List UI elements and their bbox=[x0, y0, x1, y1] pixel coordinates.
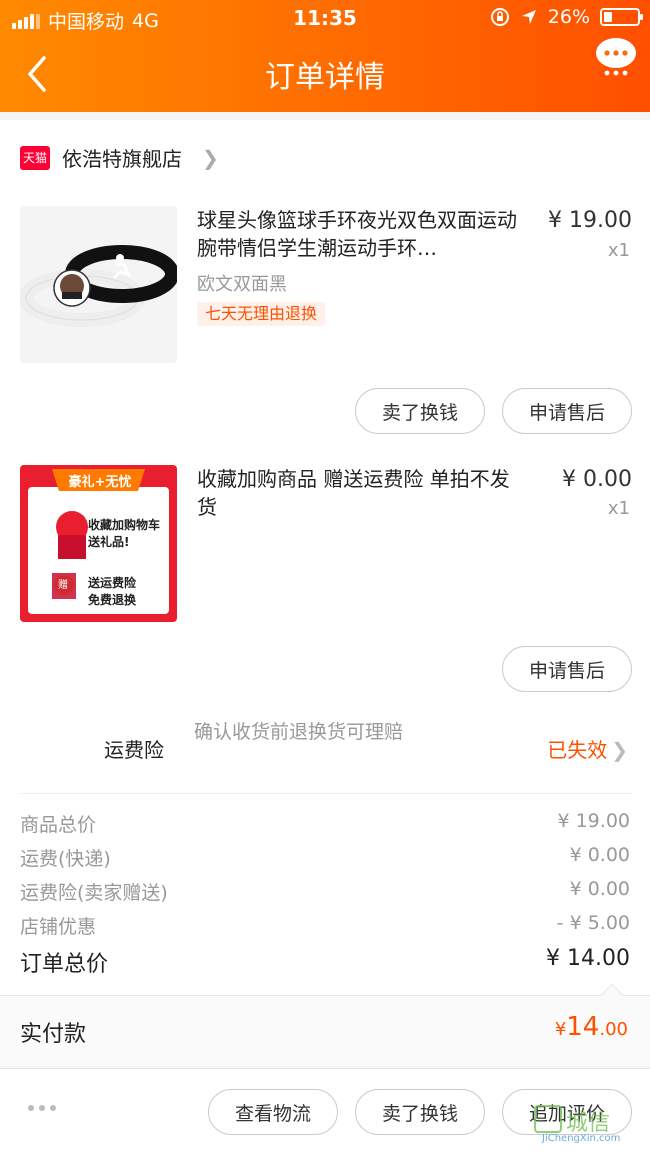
insurance-label: 运费险 bbox=[104, 738, 164, 762]
insurance-status: 已失效 ❯ bbox=[547, 738, 628, 762]
paid-label: 实付款 bbox=[20, 1022, 87, 1047]
summary-row: 店铺优惠 - ¥ 5.00 bbox=[20, 912, 630, 938]
gift-badge: 赠 bbox=[58, 580, 68, 591]
after-sales-button[interactable]: 申请售后 bbox=[502, 388, 632, 434]
product-sku: 欧文双面黑 bbox=[197, 274, 287, 295]
gift-banner: 豪礼+无忧 bbox=[68, 475, 132, 490]
chevron-right-icon: ❯ bbox=[611, 738, 628, 762]
bottom-action-bar: 查看物流 卖了换钱 追加评价 城信 JiChengXin.com bbox=[0, 1068, 650, 1156]
insurance-desc: 确认收货前退换货可理赔 bbox=[194, 721, 404, 743]
summary-row: 运费险(卖家赠送) ¥ 0.00 bbox=[20, 878, 630, 904]
product-qty: x1 bbox=[607, 240, 630, 261]
product-image-gift[interactable]: 豪礼+无忧 收藏加购物车 送礼品! 赠 送运费险 免费退换 bbox=[20, 465, 177, 622]
more-icon[interactable] bbox=[28, 1105, 56, 1111]
view-logistics-button[interactable]: 查看物流 bbox=[208, 1089, 338, 1135]
gift-line-2: 送运费险 免费退换 bbox=[88, 576, 137, 607]
shop-name: 依浩特旗舰店 bbox=[62, 147, 182, 171]
after-sales-button[interactable]: 申请售后 bbox=[502, 646, 632, 692]
product-price: ¥ 19.00 bbox=[548, 208, 632, 233]
paid-amount: ¥14.00 bbox=[554, 1012, 628, 1042]
product-qty: x1 bbox=[607, 498, 630, 519]
resell-button[interactable]: 卖了换钱 bbox=[355, 1089, 485, 1135]
product-title[interactable]: 球星头像篮球手环夜光双色双面运动腕带情侣学生潮运动手环… bbox=[197, 206, 527, 262]
status-bar: 中国移动 4G 11:35 26% bbox=[0, 0, 650, 36]
divider bbox=[20, 793, 632, 794]
battery-percent: 26% bbox=[547, 6, 590, 28]
gift-line-1: 收藏加购物车 送礼品! bbox=[88, 518, 161, 549]
shop-link[interactable]: 天猫 依浩特旗舰店 ❯ bbox=[20, 143, 219, 172]
product-price: ¥ 0.00 bbox=[562, 467, 632, 492]
page-title: 订单详情 bbox=[265, 60, 385, 95]
product-image-wristband[interactable] bbox=[20, 206, 177, 363]
watermark: 城信 JiChengXin.com bbox=[534, 1105, 646, 1145]
chevron-right-icon: ❯ bbox=[202, 145, 219, 170]
rotation-lock-icon bbox=[490, 8, 509, 26]
more-chat-icon[interactable] bbox=[594, 36, 638, 80]
return-policy-tag: 七天无理由退换 bbox=[197, 302, 326, 326]
summary-row: 运费(快递) ¥ 0.00 bbox=[20, 844, 630, 870]
header: 中国移动 4G 11:35 26% 订单详情 bbox=[0, 0, 650, 112]
tmall-badge: 天猫 bbox=[20, 145, 50, 170]
summary-row: 商品总价 ¥ 19.00 bbox=[20, 810, 630, 836]
location-icon bbox=[521, 10, 536, 24]
paid-row: 实付款 ¥14.00 bbox=[0, 983, 650, 1065]
resell-button[interactable]: 卖了换钱 bbox=[355, 388, 485, 434]
product-title[interactable]: 收藏加购商品 赠送运费险 单拍不发货 bbox=[197, 465, 527, 521]
battery-icon bbox=[600, 8, 643, 26]
order-total-row: 订单总价 ¥ 14.00 bbox=[20, 946, 630, 977]
